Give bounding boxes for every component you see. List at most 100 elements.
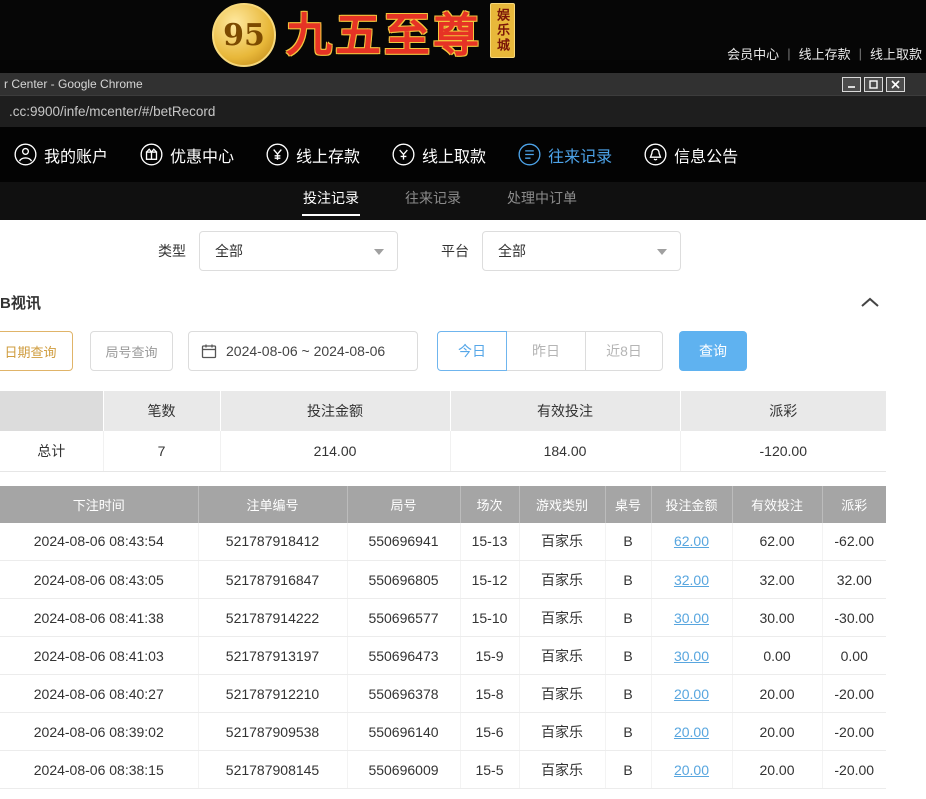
yesterday-button[interactable]: 昨日 (506, 331, 586, 371)
search-button[interactable]: 查询 (679, 331, 747, 371)
game-type: 百家乐 (519, 523, 605, 561)
total-valid-bet: 184.00 (450, 431, 680, 471)
bet-number: 521787916847 (198, 561, 347, 599)
col-bet-time: 下注时间 (0, 486, 198, 523)
nav-item-my-account[interactable]: 我的账户 (14, 143, 108, 167)
table-number: B (605, 675, 651, 713)
bet-amount-link[interactable]: 30.00 (651, 599, 732, 637)
table-number: B (605, 523, 651, 561)
deposit-icon (266, 143, 289, 166)
chevron-up-icon (860, 297, 880, 308)
round-query-button[interactable]: 局号查询 (90, 331, 173, 371)
url-bar[interactable]: .cc:9900/infe/mcenter/#/betRecord (0, 95, 926, 127)
close-icon (891, 80, 900, 89)
session: 15-6 (460, 713, 519, 751)
gift-icon (140, 143, 163, 166)
site-logo: 95 九五至尊 娱乐城 (212, 3, 515, 67)
summary-total-row: 总计 7 214.00 184.00 -120.00 (0, 431, 886, 471)
member-center-page: 我的账户 优惠中心 线上存款 线上取款 往来记录 信息公告 (0, 127, 926, 789)
bet-time: 2024-08-06 08:40:27 (0, 675, 198, 713)
bet-amount-link[interactable]: 30.00 (651, 637, 732, 675)
announcement-icon (644, 143, 667, 166)
date-range-input[interactable]: 2024-08-06 ~ 2024-08-06 (188, 331, 418, 371)
bet-amount-link[interactable]: 20.00 (651, 675, 732, 713)
total-payout: -120.00 (680, 431, 886, 471)
quick-range-group: 今日 昨日 近8日 (437, 331, 663, 371)
platform-select-value: 全部 (498, 241, 526, 261)
valid-bet: 0.00 (732, 637, 822, 675)
bet-amount-link[interactable]: 62.00 (651, 523, 732, 561)
window-controls (842, 77, 905, 92)
maximize-button[interactable] (864, 77, 883, 92)
platform-filter-label: 平台 (441, 241, 469, 261)
bet-record-row: 2024-08-06 08:41:38 521787914222 5506965… (0, 599, 886, 637)
payout: -30.00 (822, 599, 886, 637)
round-number: 550696140 (347, 713, 460, 751)
col-bet-amount: 投注金额 (651, 486, 732, 523)
bet-record-row: 2024-08-06 08:43:54 521787918412 5506969… (0, 523, 886, 561)
withdraw-icon (392, 143, 415, 166)
table-number: B (605, 751, 651, 789)
nav-label: 优惠中心 (170, 143, 234, 167)
window-title-bar[interactable]: r Center - Google Chrome (0, 73, 926, 95)
payout: 0.00 (822, 637, 886, 675)
nav-item-announcements[interactable]: 信息公告 (644, 143, 738, 167)
close-button[interactable] (886, 77, 905, 92)
date-query-button[interactable]: 日期查询 (0, 331, 73, 371)
bet-amount-link[interactable]: 32.00 (651, 561, 732, 599)
nav-item-online-withdraw[interactable]: 线上取款 (392, 143, 486, 167)
col-valid-bet: 有效投注 (732, 486, 822, 523)
platform-select[interactable]: 全部 (482, 231, 681, 271)
tab-transaction-records[interactable]: 往来记录 (404, 182, 462, 216)
table-number: B (605, 637, 651, 675)
today-button[interactable]: 今日 (437, 331, 507, 371)
round-number: 550696009 (347, 751, 460, 789)
session: 15-9 (460, 637, 519, 675)
top-link-online-withdraw[interactable]: 线上取款 (870, 44, 922, 63)
type-select[interactable]: 全部 (199, 231, 398, 271)
session: 15-8 (460, 675, 519, 713)
nav-label: 我的账户 (44, 143, 108, 167)
col-game-type: 游戏类别 (519, 486, 605, 523)
valid-bet: 62.00 (732, 523, 822, 561)
nav-item-promotions[interactable]: 优惠中心 (140, 143, 234, 167)
bet-amount-link[interactable]: 20.00 (651, 713, 732, 751)
summary-col-valid-bet: 有效投注 (450, 391, 680, 431)
payout: -62.00 (822, 523, 886, 561)
chevron-down-icon (657, 249, 667, 255)
collapse-section-button[interactable] (860, 297, 880, 308)
bet-amount-link[interactable]: 20.00 (651, 751, 732, 789)
total-count: 7 (103, 431, 220, 471)
tab-processing-orders[interactable]: 处理中订单 (506, 182, 578, 216)
nav-label: 往来记录 (548, 143, 612, 167)
col-table-number: 桌号 (605, 486, 651, 523)
summary-col-count: 笔数 (103, 391, 220, 431)
top-link-member-center[interactable]: 会员中心 (727, 44, 779, 63)
nav-item-online-deposit[interactable]: 线上存款 (266, 143, 360, 167)
tab-bet-records[interactable]: 投注记录 (302, 182, 360, 216)
top-links: 会员中心 | 线上存款 | 线上取款 (727, 44, 922, 63)
top-link-online-deposit[interactable]: 线上存款 (799, 44, 851, 63)
logo-subtitle: 娱乐城 (490, 3, 515, 58)
round-number: 550696577 (347, 599, 460, 637)
valid-bet: 32.00 (732, 561, 822, 599)
game-type: 百家乐 (519, 637, 605, 675)
summary-table: 笔数 投注金额 有效投注 派彩 总计 7 214.00 184.00 -120.… (0, 391, 886, 472)
logo-95-icon: 95 (212, 3, 276, 67)
chevron-down-icon (374, 249, 384, 255)
table-number: B (605, 599, 651, 637)
table-number: B (605, 713, 651, 751)
link-separator: | (859, 46, 862, 61)
summary-col-bet-amount: 投注金额 (220, 391, 450, 431)
bet-time: 2024-08-06 08:38:15 (0, 751, 198, 789)
session: 15-5 (460, 751, 519, 789)
minimize-button[interactable] (842, 77, 861, 92)
col-bet-number: 注单编号 (198, 486, 347, 523)
col-payout: 派彩 (822, 486, 886, 523)
last-8-days-button[interactable]: 近8日 (585, 331, 663, 371)
section-title: B视讯 (0, 292, 41, 313)
bet-record-row: 2024-08-06 08:40:27 521787912210 5506963… (0, 675, 886, 713)
nav-item-transaction-records[interactable]: 往来记录 (518, 143, 612, 167)
logo-badge-text: 95 (223, 18, 265, 53)
window-title: r Center - Google Chrome (4, 77, 842, 91)
